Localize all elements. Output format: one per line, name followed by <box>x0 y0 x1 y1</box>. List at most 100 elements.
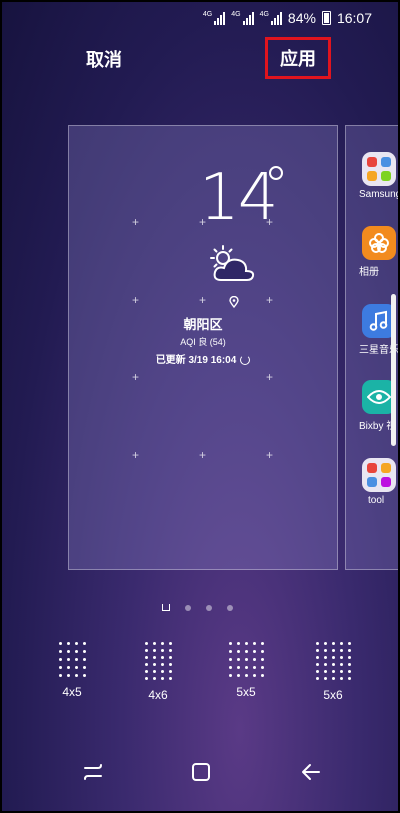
grid-dot <box>74 674 78 677</box>
grid-dot <box>152 642 156 645</box>
grid-dot <box>144 642 148 645</box>
grid-dot <box>58 642 62 645</box>
signal-icon: 4G <box>202 11 226 25</box>
grid-marker: + <box>199 293 207 307</box>
grid-dot <box>152 656 156 659</box>
grid-dot <box>244 666 248 669</box>
location-pin-icon <box>229 296 239 308</box>
edge-panel-handle[interactable] <box>391 294 396 446</box>
grid-option-5x6[interactable]: 5x6 <box>303 642 363 702</box>
partly-cloudy-icon <box>210 245 255 281</box>
grid-dot <box>331 656 335 659</box>
recent-apps-button[interactable] <box>82 762 104 802</box>
grid-dot <box>236 642 240 645</box>
grid-option-4x6[interactable]: 4x6 <box>128 642 188 702</box>
grid-dot <box>260 666 264 669</box>
grid-dots-icon <box>128 642 188 680</box>
grid-dot <box>160 656 164 659</box>
grid-dot <box>252 658 256 661</box>
app-shortcut[interactable]: tool <box>362 458 398 506</box>
grid-dot <box>252 674 256 677</box>
grid-dot <box>58 666 62 669</box>
refresh-icon[interactable] <box>240 355 251 366</box>
grid-marker: + <box>266 448 274 462</box>
grid-dot <box>315 649 319 652</box>
grid-dot <box>347 649 351 652</box>
cancel-button[interactable]: 取消 <box>86 46 122 72</box>
grid-dot <box>323 677 327 680</box>
last-updated-row: 已更新 3/19 16:04 <box>69 351 337 366</box>
apply-button[interactable]: 应用 <box>265 37 331 79</box>
grid-dot <box>315 663 319 666</box>
grid-dot <box>228 666 232 669</box>
grid-dot <box>144 656 148 659</box>
grid-marker: + <box>266 370 274 384</box>
network-type-label: 4G <box>231 11 241 18</box>
grid-dot <box>74 666 78 669</box>
grid-dot <box>236 674 240 677</box>
grid-dot <box>331 642 335 645</box>
clock: 16:07 <box>336 10 372 26</box>
grid-dots-icon <box>216 642 276 677</box>
home-page-preview[interactable]: + + + + + + + + + + + 14 朝阳区 AQI 良 (54) … <box>68 125 338 570</box>
grid-dot <box>66 658 70 661</box>
back-button[interactable] <box>300 762 322 802</box>
grid-dot <box>228 658 232 661</box>
page-dot[interactable] <box>185 604 191 611</box>
grid-dot <box>315 656 319 659</box>
home-page-icon[interactable] <box>162 604 170 611</box>
network-type-label: 4G <box>202 11 213 18</box>
grid-dot <box>160 663 164 666</box>
page-dot[interactable] <box>206 604 212 611</box>
grid-dot <box>244 642 248 645</box>
location-name: 朝阳区 <box>183 317 223 332</box>
grid-dot <box>82 666 86 669</box>
app-label: 相册 <box>359 267 379 278</box>
grid-dot <box>347 677 351 680</box>
grid-dot <box>331 663 335 666</box>
grid-dot <box>160 642 164 645</box>
grid-dot <box>144 663 148 666</box>
screen: 4G 4G 4G 84% 16:07 取消 应用 + + + + + + + +… <box>0 0 400 813</box>
app-shortcut[interactable]: Samsung <box>359 152 400 200</box>
grid-dot <box>323 649 327 652</box>
grid-dot <box>74 642 78 645</box>
grid-dot <box>339 649 343 652</box>
apply-button-label: 应用 <box>280 49 316 69</box>
grid-dot <box>236 650 240 653</box>
grid-dot <box>339 663 343 666</box>
signal-icon: 4G <box>260 11 282 25</box>
grid-dot <box>252 642 256 645</box>
app-shortcut[interactable]: 相册 <box>359 226 398 278</box>
grid-dot <box>74 658 78 661</box>
page-dot[interactable] <box>227 604 233 611</box>
grid-dot <box>339 677 343 680</box>
grid-option-4x5[interactable]: 4x5 <box>42 642 102 699</box>
grid-dot <box>228 674 232 677</box>
grid-dot <box>331 670 335 673</box>
folder-icon <box>362 152 396 186</box>
degree-symbol <box>269 166 283 180</box>
grid-dot <box>58 658 62 661</box>
grid-dot <box>144 677 148 680</box>
grid-dot <box>168 670 172 673</box>
grid-dot <box>160 649 164 652</box>
grid-dot <box>339 670 343 673</box>
home-button[interactable] <box>191 762 211 802</box>
app-label: Samsung <box>359 189 400 200</box>
grid-dot <box>260 650 264 653</box>
grid-dot <box>339 656 343 659</box>
grid-dot <box>339 642 343 645</box>
grid-dot <box>331 649 335 652</box>
grid-dot <box>82 642 86 645</box>
grid-dot <box>252 666 256 669</box>
grid-option-label: 4x5 <box>62 685 82 699</box>
grid-dot <box>168 642 172 645</box>
battery-percent: 84% <box>287 10 316 26</box>
grid-dot <box>82 658 86 661</box>
gallery-flower-icon <box>362 226 396 260</box>
grid-option-5x5[interactable]: 5x5 <box>216 642 276 699</box>
grid-dot <box>144 649 148 652</box>
grid-dot <box>66 642 70 645</box>
grid-dot <box>236 658 240 661</box>
